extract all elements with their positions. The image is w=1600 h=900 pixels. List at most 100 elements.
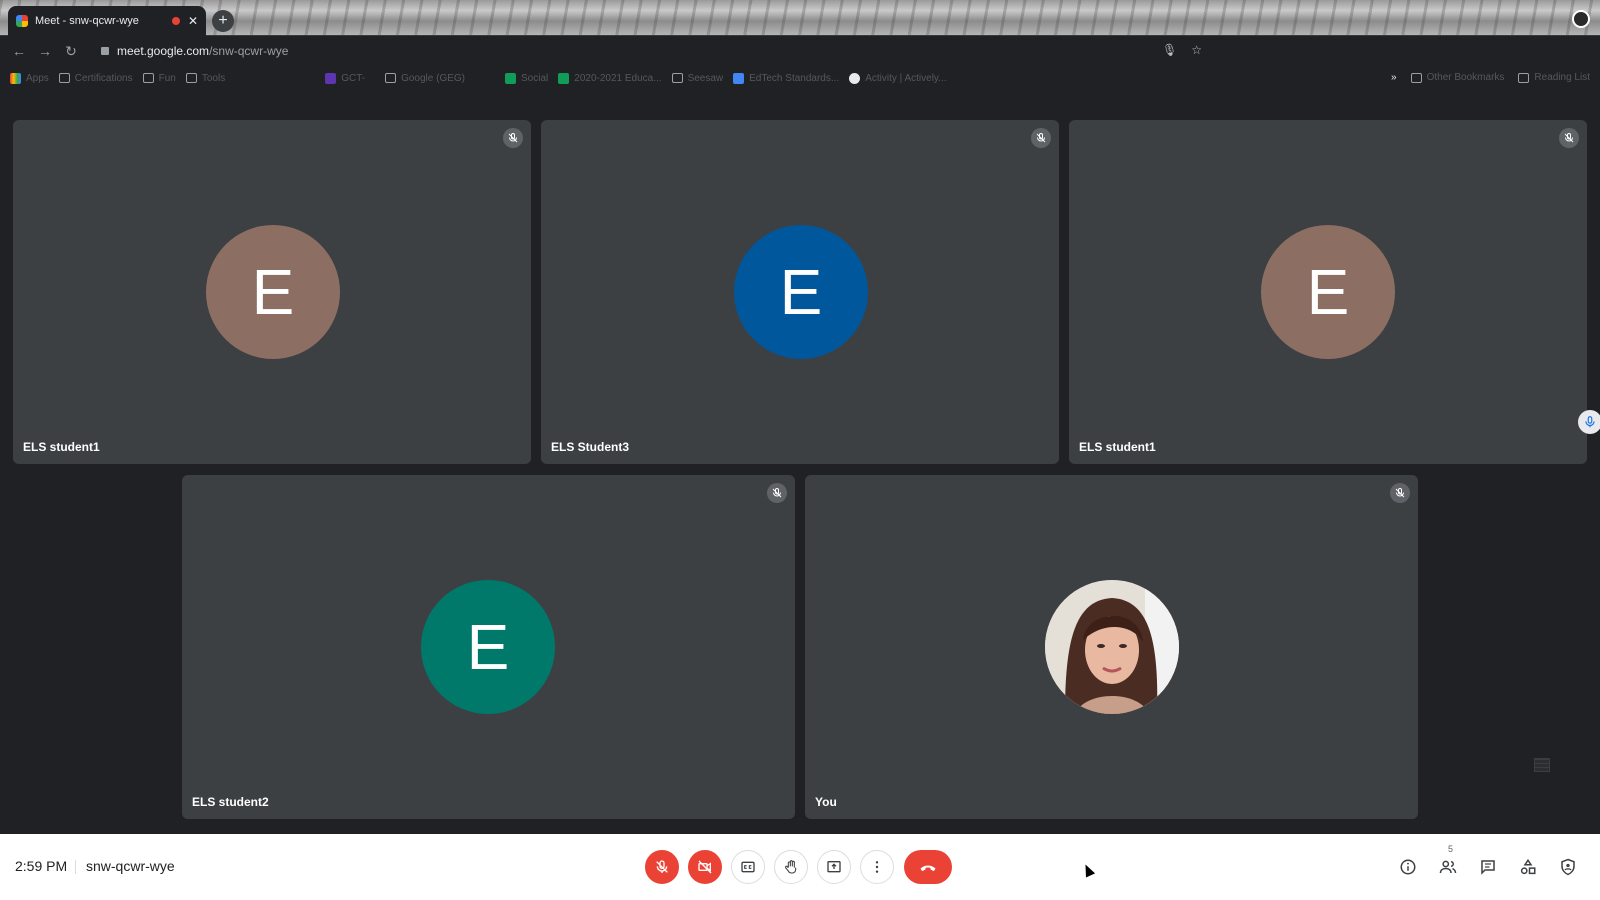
participant-name: ELS student2 (192, 795, 269, 809)
avatar-initial: E (779, 256, 823, 328)
raise-hand-button[interactable] (774, 850, 808, 884)
participant-name: ELS Student3 (551, 440, 630, 454)
folder-icon (385, 73, 397, 83)
more-vert-icon (875, 861, 879, 873)
activities-icon (1520, 858, 1536, 875)
tab-title: Meet - snw-qcwr-wye (35, 15, 139, 27)
participant-count-badge: 5 (1448, 844, 1454, 854)
folder-icon (142, 73, 154, 83)
reload-icon[interactable]: ↻ (58, 43, 84, 60)
url-host: meet.google.com (117, 44, 210, 58)
omnibox[interactable]: meet.google.com/snw-qcwr-wye 🎙 ☆ (92, 39, 1210, 63)
url-path: /snw-qcwr-wye (209, 44, 289, 58)
layout-grid-icon (1534, 758, 1550, 772)
toggle-camera-button[interactable] (688, 850, 722, 884)
participant-name: ELS student1 (1079, 440, 1156, 454)
mic-muted-icon (1559, 128, 1579, 148)
reading-list-icon (1518, 72, 1530, 83)
bookmark-folder-fun[interactable]: Fun (142, 73, 176, 84)
folder-icon (671, 73, 683, 83)
folder-icon (1410, 72, 1422, 83)
bookmark-folder-certifications[interactable]: Certifications (58, 73, 133, 84)
close-tab-icon[interactable]: ✕ (188, 14, 198, 28)
captions-button[interactable] (731, 850, 765, 884)
self-profile-photo (1045, 580, 1179, 714)
bookmark-reading-list[interactable]: Reading List (1518, 72, 1590, 83)
companion-mic-icon[interactable] (1578, 410, 1600, 434)
meeting-code: snw-qcwr-wye (86, 858, 175, 874)
bookmark-gct[interactable]: GCT- (325, 72, 365, 84)
bookmark-social[interactable]: Social (505, 72, 548, 84)
participant-grid: E ELS student1 E ELS Student3 E ELS stud… (0, 90, 1600, 834)
more-options-button[interactable] (860, 850, 894, 884)
lock-icon (101, 47, 109, 55)
docs-icon (733, 72, 745, 84)
present-screen-icon (827, 861, 841, 873)
bookmark-edtech-standards[interactable]: EdTech Standards... (733, 72, 839, 84)
present-now-button[interactable] (817, 850, 851, 884)
bookmark-2020-2021[interactable]: 2020-2021 Educa... (558, 72, 662, 84)
avatar-initial: E (1306, 256, 1350, 328)
meeting-controls-bar: 2:59 PM snw-qcwr-wye 5 (0, 834, 1600, 900)
participant-tile[interactable]: E ELS student2 (182, 475, 795, 819)
bookmark-folder-tools[interactable]: Tools (185, 73, 225, 84)
avatar-initial: E (466, 611, 510, 683)
participant-tile[interactable]: E ELS Student3 (541, 120, 1059, 464)
address-bar-row: ← → ↻ meet.google.com/snw-qcwr-wye 🎙 ☆ ⋮ (0, 36, 1600, 90)
leave-call-button[interactable] (904, 850, 952, 884)
chat-button[interactable] (1477, 856, 1499, 878)
participant-avatar: E (734, 225, 868, 359)
tab-meet[interactable]: Meet - snw-qcwr-wye ✕ (8, 6, 206, 36)
sheets-icon (505, 72, 517, 84)
bookmark-other-bookmarks[interactable]: Other Bookmarks (1410, 72, 1504, 83)
bookmark-activity[interactable]: Activity | Actively... (849, 72, 947, 84)
clock-time: 2:59 PM (15, 858, 68, 874)
mic-muted-icon (503, 128, 523, 148)
bookmark-apps[interactable]: Apps (10, 72, 49, 84)
new-tab-button[interactable]: + (212, 10, 234, 32)
toggle-mic-button[interactable] (645, 850, 679, 884)
participant-avatar: E (206, 225, 340, 359)
self-view-tile[interactable]: You (805, 475, 1418, 819)
tab-search-icon[interactable] (1572, 10, 1590, 28)
bookmark-folder-google-geg[interactable]: Google (GEG) (385, 73, 465, 84)
browser-tabstrip: Meet - snw-qcwr-wye ✕ + (0, 0, 1600, 36)
info-icon (1400, 859, 1416, 875)
meet-favicon-icon (16, 15, 28, 27)
mic-muted-icon (1390, 483, 1410, 503)
activities-button[interactable] (1517, 856, 1539, 878)
bookmark-folder-seesaw[interactable]: Seesaw (671, 73, 723, 84)
participant-name: ELS student1 (23, 440, 100, 454)
back-icon[interactable]: ← (6, 43, 32, 59)
mic-muted-icon (1031, 128, 1051, 148)
host-controls-button[interactable] (1557, 856, 1579, 878)
folder-icon (58, 73, 70, 83)
recording-indicator-icon (171, 17, 180, 25)
avatar-initial: E (251, 256, 295, 328)
mic-muted-icon (767, 483, 787, 503)
mic-off-icon (656, 860, 668, 873)
divider (75, 860, 76, 874)
sheets-icon (558, 72, 570, 84)
microphone-icon[interactable]: 🎙 (1162, 43, 1177, 57)
closed-caption-icon (741, 861, 755, 873)
people-icon (1439, 860, 1457, 874)
meeting-details-button[interactable] (1397, 856, 1419, 878)
bookmark-star-icon[interactable]: ☆ (1191, 43, 1202, 57)
chat-icon (1481, 860, 1495, 875)
hand-icon (785, 860, 797, 874)
participant-name: You (815, 795, 837, 809)
shield-icon (1561, 858, 1575, 876)
show-everyone-button[interactable] (1437, 856, 1459, 878)
bookmarks-overflow-button[interactable]: » (1391, 72, 1397, 83)
forms-icon (325, 72, 337, 84)
apps-grid-icon (10, 72, 21, 84)
participant-tile[interactable]: E ELS student1 (1069, 120, 1587, 464)
participant-avatar: E (1261, 225, 1395, 359)
globe-icon (849, 72, 861, 84)
participant-avatar: E (421, 580, 555, 714)
call-end-icon (920, 865, 936, 872)
videocam-off-icon (698, 860, 712, 874)
participant-tile[interactable]: E ELS student1 (13, 120, 531, 464)
forward-icon[interactable]: → (32, 43, 58, 59)
